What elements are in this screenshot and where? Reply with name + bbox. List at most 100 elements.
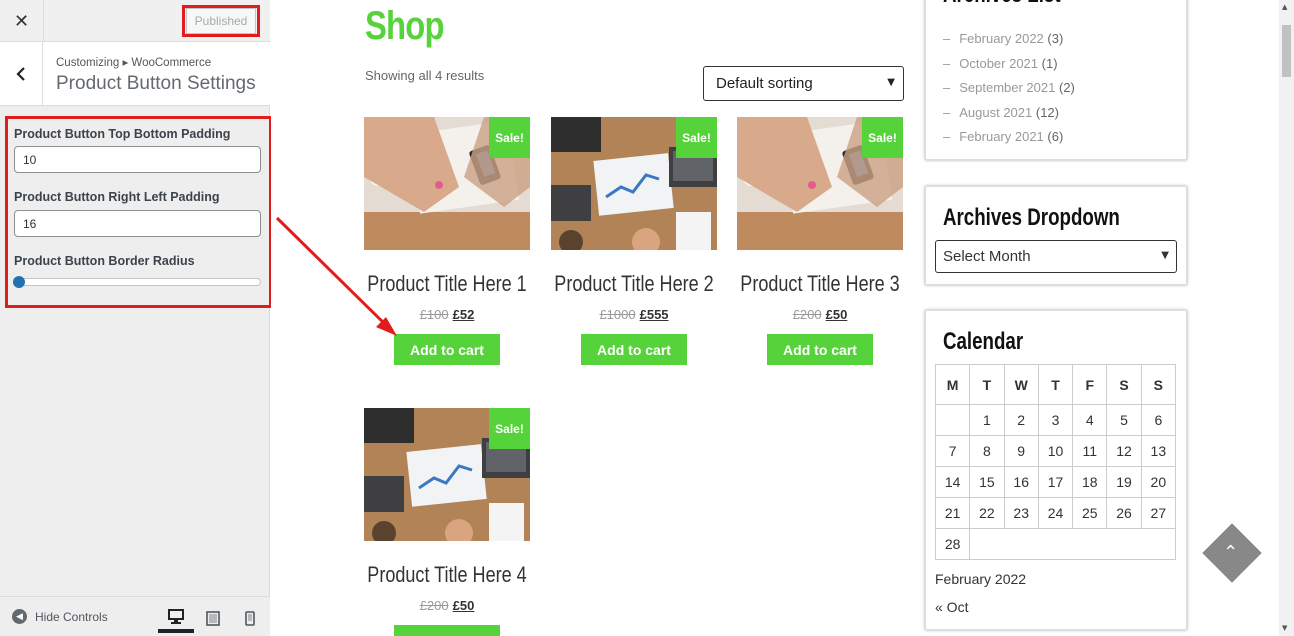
sorting-select[interactable]: Default sorting ▼ — [703, 66, 904, 101]
chevron-down-icon: ▼ — [887, 77, 895, 88]
customizer-sidebar: ✕ Published Customizing ▸ WooCommerce Pr… — [0, 0, 272, 636]
weekday-header: T — [1037, 364, 1074, 405]
calendar-day: 27 — [1140, 497, 1177, 529]
breadcrumb: Customizing ▸ WooCommerce — [56, 57, 212, 69]
hide-controls-button[interactable]: ◀ Hide Controls — [12, 609, 108, 624]
calendar-day: 23 — [1003, 497, 1039, 529]
calendar-day: 14 — [934, 466, 971, 498]
list-item[interactable]: – October 2021 (1) — [943, 52, 1075, 77]
product-title[interactable]: Product Title Here 2 — [550, 271, 719, 297]
calendar-table: M T W T F S S 1 2 3 4 5 6 7 8 9 10 11 12… — [934, 364, 1177, 560]
weekday-header: S — [1140, 364, 1177, 405]
calendar-day: 10 — [1037, 435, 1074, 467]
calendar-day: 16 — [1003, 466, 1039, 498]
calendar-day: 18 — [1072, 466, 1108, 498]
calendar-day: 6 — [1140, 404, 1177, 436]
add-to-cart-button[interactable]: Add to cart — [767, 334, 873, 365]
back-button[interactable] — [0, 42, 43, 106]
add-to-cart-button[interactable]: Add to cart — [581, 334, 687, 365]
add-to-cart-button[interactable]: Add to cart — [394, 625, 500, 636]
product-image[interactable]: Sale! — [737, 117, 903, 250]
calendar-day: 7 — [934, 435, 971, 467]
product-card[interactable]: Sale! Product Title Here 2 £1000 £555 Add… — [551, 117, 717, 365]
list-item[interactable]: – February 2021 (6) — [943, 125, 1075, 150]
old-price: £100 — [419, 307, 449, 322]
add-to-cart-button[interactable]: Add to cart — [394, 334, 500, 365]
scroll-down-icon[interactable]: ▼ — [1282, 624, 1287, 632]
product-price: £200 £50 — [737, 307, 903, 322]
button-settings-highlight: Product Button Top Bottom Padding 10 Pro… — [5, 116, 272, 308]
calendar-caption: February 2022 — [935, 571, 1027, 587]
sale-price: £50 — [825, 307, 848, 322]
list-item[interactable]: – September 2021 (2) — [943, 76, 1075, 101]
right-left-padding-label: Product Button Right Left Padding — [14, 190, 220, 204]
calendar-day: 15 — [969, 466, 1005, 498]
sale-price: £50 — [452, 598, 475, 613]
product-image[interactable]: Sale! — [551, 117, 717, 250]
archives-list: – February 2022 (3) – October 2021 (1) – Se… — [943, 27, 1075, 150]
desktop-preview-button[interactable] — [158, 603, 194, 633]
top-bottom-padding-input[interactable]: 10 — [14, 146, 261, 173]
arrow-left-circle-icon: ◀ — [12, 609, 27, 624]
product-card[interactable]: Sale! Product Title Here 1 £100 £52 Add t… — [364, 117, 530, 365]
weekday-header: M — [934, 364, 971, 405]
product-title[interactable]: Product Title Here 3 — [736, 271, 905, 297]
panel-header: Customizing ▸ WooCommerce Product Button… — [0, 42, 270, 106]
product-image[interactable]: Sale! — [364, 408, 530, 541]
sale-badge: Sale! — [489, 117, 530, 158]
week-row: 14 15 16 17 18 19 20 — [934, 466, 1177, 498]
mobile-preview-button[interactable] — [232, 603, 268, 633]
product-price: £200 £50 — [364, 598, 530, 613]
border-radius-label: Product Button Border Radius — [14, 254, 195, 268]
site-preview: Shop Showing all 4 results Default sorti… — [271, 0, 1279, 636]
week-row: 21 22 23 24 25 26 27 — [934, 497, 1177, 529]
customizer-top-bar: ✕ Published — [0, 0, 270, 42]
old-price: £200 — [792, 307, 822, 322]
product-title[interactable]: Product Title Here 1 — [363, 271, 532, 297]
weekday-header: T — [969, 364, 1005, 405]
sale-badge: Sale! — [862, 117, 903, 158]
chevron-up-icon: ⌃ — [1223, 541, 1239, 563]
product-card[interactable]: Sale! Product Title Here 3 £200 £50 Add t… — [737, 117, 903, 365]
calendar-day: 3 — [1037, 404, 1074, 436]
calendar-day: 26 — [1106, 497, 1142, 529]
scroll-to-top-button[interactable]: ⌃ — [1202, 523, 1262, 583]
sale-price: £52 — [452, 307, 475, 322]
tablet-preview-button[interactable] — [195, 603, 231, 633]
close-customizer-button[interactable]: ✕ — [0, 0, 44, 42]
calendar-day: 9 — [1003, 435, 1039, 467]
old-price: £1000 — [599, 307, 636, 322]
widget-title: Archives List — [943, 0, 1061, 9]
customizer-footer: ◀ Hide Controls — [0, 596, 270, 636]
calendar-day: 12 — [1106, 435, 1142, 467]
scroll-up-icon[interactable]: ▲ — [1282, 3, 1287, 11]
page-scrollbar[interactable]: ▲ ▼ — [1279, 0, 1294, 636]
scrollbar-thumb[interactable] — [1282, 25, 1291, 77]
calendar-prev-link[interactable]: « Oct — [935, 599, 968, 615]
product-title[interactable]: Product Title Here 4 — [363, 562, 532, 588]
old-price: £200 — [419, 598, 449, 613]
slider-thumb[interactable] — [13, 276, 25, 288]
calendar-day: 8 — [969, 435, 1005, 467]
calendar-day: 22 — [969, 497, 1005, 529]
border-radius-slider[interactable] — [13, 276, 261, 288]
product-card[interactable]: Sale! Product Title Here 4 £200£50 Add t… — [364, 408, 530, 636]
result-count: Showing all 4 results — [365, 68, 485, 83]
calendar-day: 21 — [934, 497, 971, 529]
calendar-day: 24 — [1037, 497, 1074, 529]
calendar-day: 19 — [1106, 466, 1142, 498]
top-bottom-padding-label: Product Button Top Bottom Padding — [14, 127, 231, 141]
calendar-widget: Calendar M T W T F S S 1 2 3 4 5 6 7 8 9… — [925, 310, 1187, 630]
tablet-icon — [206, 610, 220, 626]
calendar-day: 25 — [1072, 497, 1108, 529]
week-row: 7 8 9 10 11 12 13 — [934, 435, 1177, 467]
week-row: 1 2 3 4 5 6 — [934, 404, 1177, 436]
widget-title: Archives Dropdown — [943, 204, 1120, 231]
product-price: £100 £52 — [364, 307, 530, 322]
list-item[interactable]: – February 2022 (3) — [943, 27, 1075, 52]
month-select[interactable]: Select Month ▼ — [935, 240, 1177, 273]
right-left-padding-input[interactable]: 16 — [14, 210, 261, 237]
weekday-header: F — [1072, 364, 1108, 405]
product-image[interactable]: Sale! — [364, 117, 530, 250]
list-item[interactable]: – August 2021 (12) — [943, 101, 1075, 126]
